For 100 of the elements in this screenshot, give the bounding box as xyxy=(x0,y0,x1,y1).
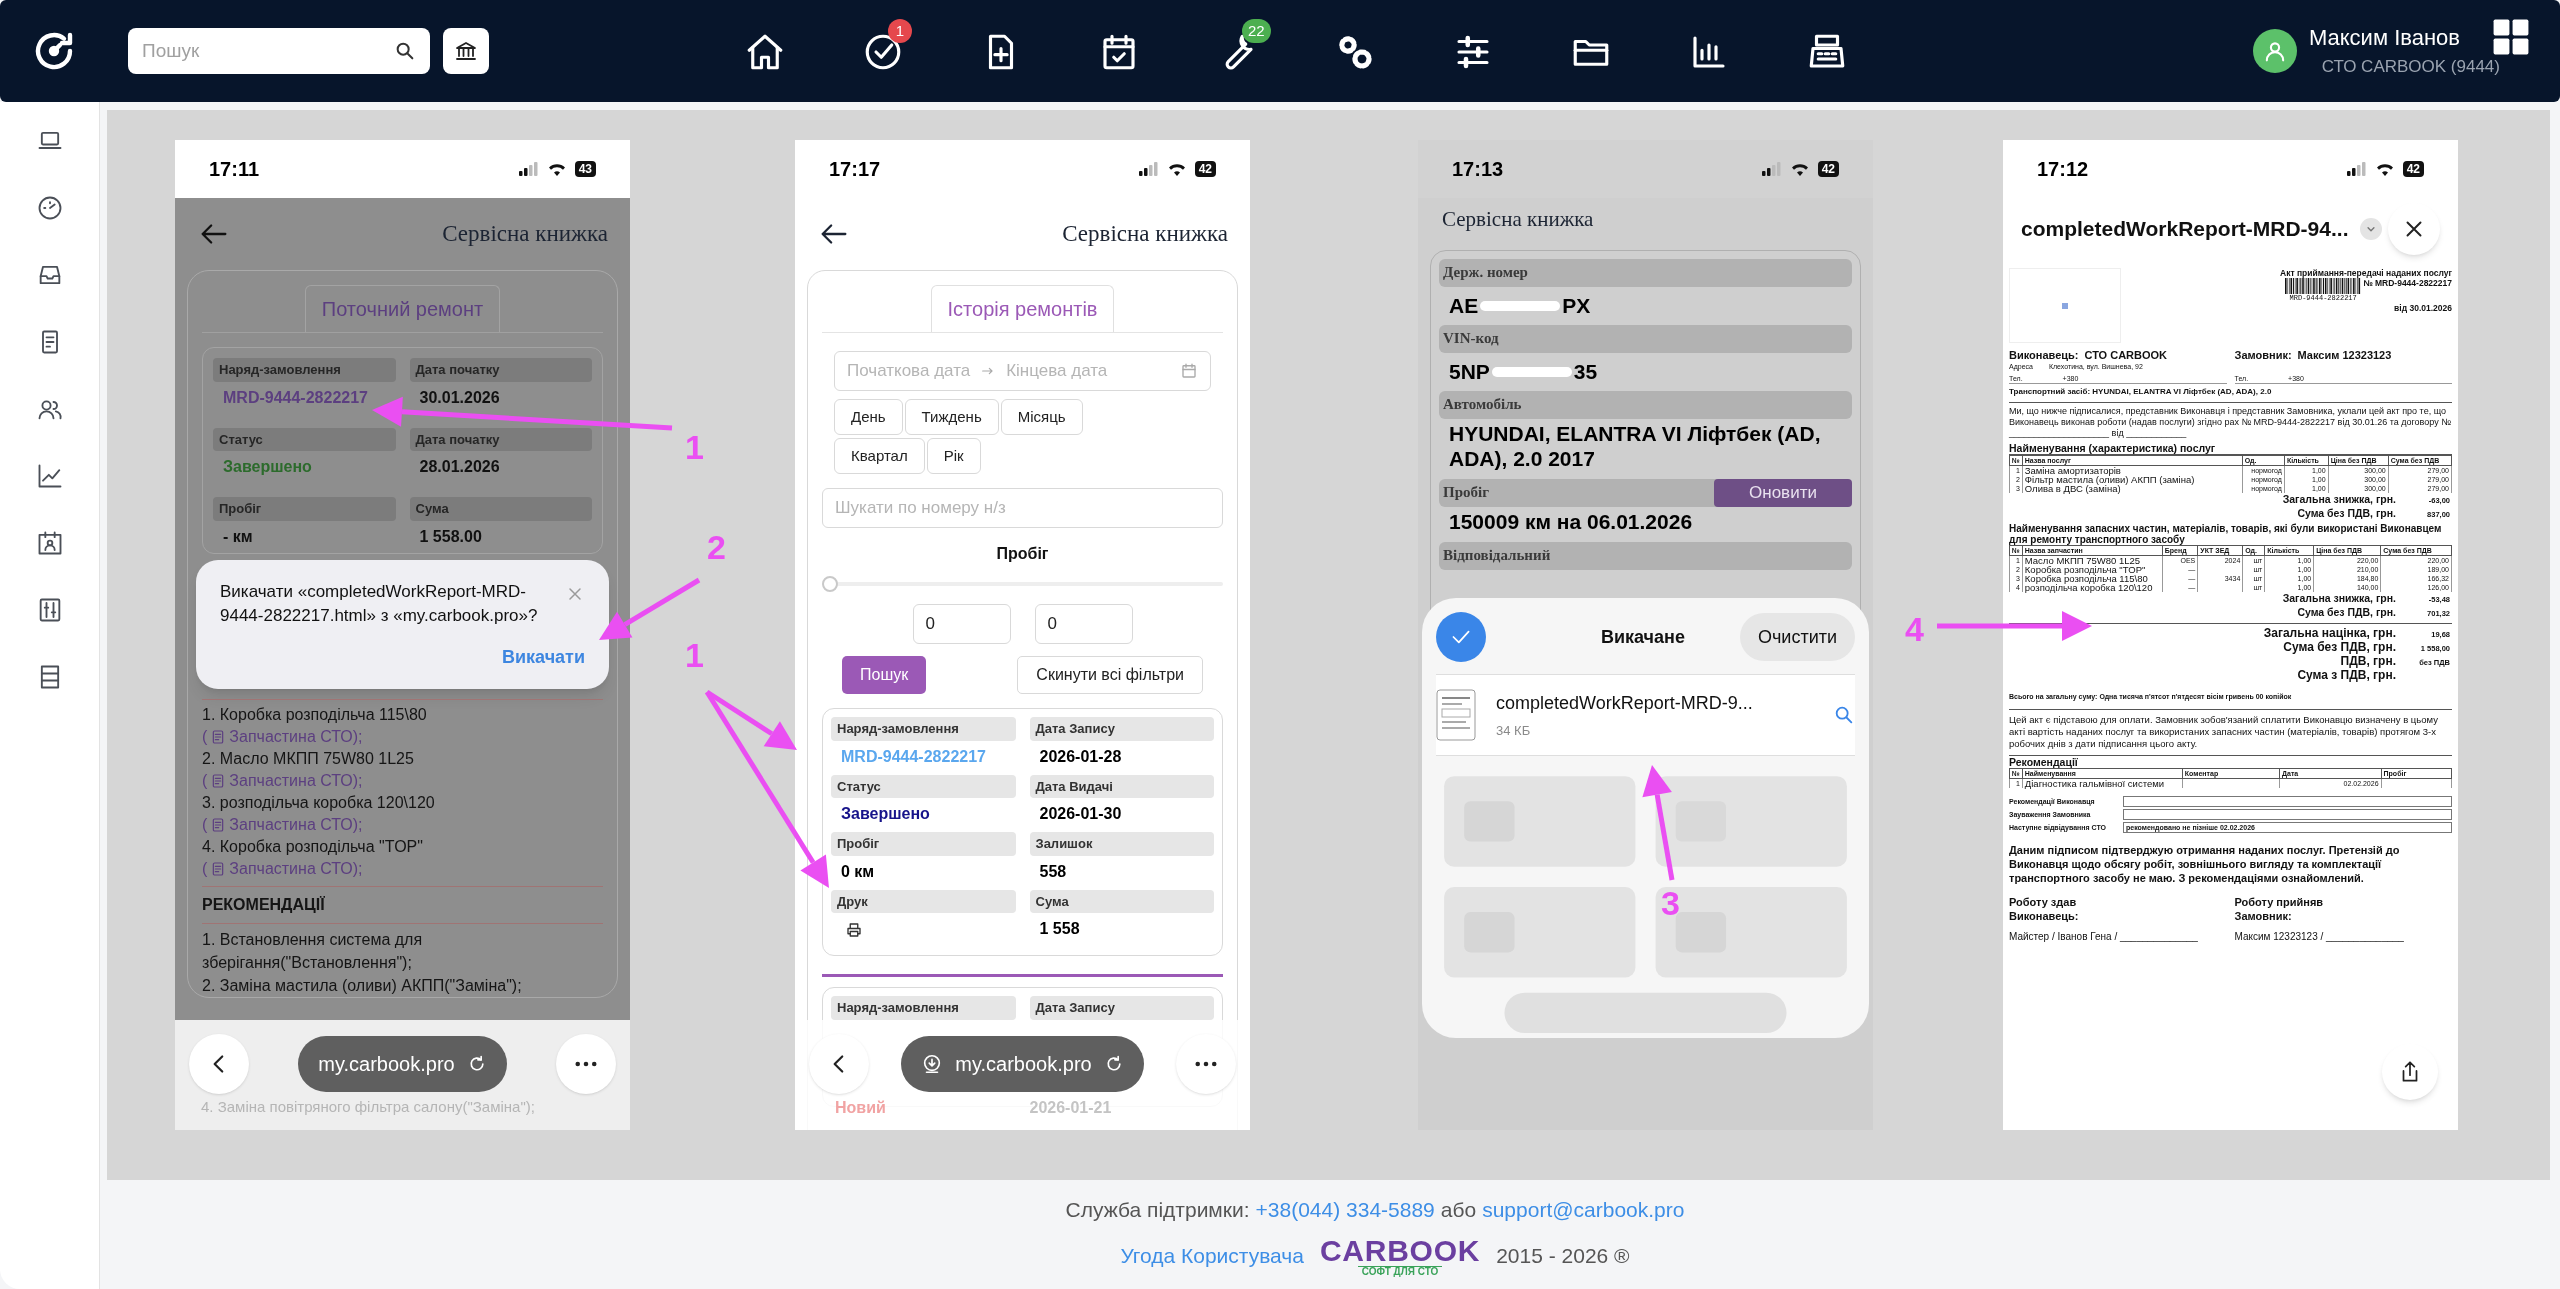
field-label: Друк xyxy=(831,889,1016,913)
annotation-number: 3 xyxy=(1661,883,1680,924)
table-cell: Коробка розподільча "TOP" xyxy=(2022,565,2163,574)
start-date-placeholder: Початкова дата xyxy=(847,360,971,383)
signal-icon xyxy=(518,162,539,176)
part-source: Запчастина СТО); xyxy=(229,770,363,791)
annotation-number: 2 xyxy=(707,527,726,568)
search-field[interactable]: Пошук xyxy=(128,28,430,74)
signal-icon xyxy=(1138,162,1159,176)
field-value: PX xyxy=(1562,292,1591,319)
field-value: MRD-9444-2822217 xyxy=(223,388,368,406)
period-button[interactable]: Квартал xyxy=(834,438,925,474)
apps-grid-icon[interactable] xyxy=(2492,18,2530,56)
more-icon xyxy=(1195,1061,1217,1067)
act-date: від 30.01.2026 xyxy=(2394,303,2452,313)
period-button[interactable]: Місяць xyxy=(1000,399,1083,435)
party-label: Виконавець: xyxy=(2009,349,2079,362)
field-label: Наряд-замовлення xyxy=(831,717,1016,741)
annotation-number: 1 xyxy=(685,427,704,468)
part-name: 3. розподільча коробка 120\120 xyxy=(202,792,436,813)
total-label: Сума без ПДВ, грн. xyxy=(2283,641,2396,654)
mileage-input[interactable]: 0 xyxy=(1034,604,1133,644)
field-value: 0 км xyxy=(841,862,875,880)
field-value: AE xyxy=(1449,292,1479,319)
payment-note: Цей акт є підставою для оплати. Замовник зобов'язаний сплатити Виконавцю визначену в цьому акті вартість наданих послуг та використаних запасних частин (матеріалів, товарів) протягом 3-х робочих днів з дати підписання цього акту. xyxy=(2009,709,2452,750)
field-label: Автомобіль xyxy=(1443,395,1522,415)
field-value: 150009 км на 06.01.2026 xyxy=(1448,508,1694,535)
total-label: Загальна знижка, грн. xyxy=(2282,493,2396,505)
download-button[interactable]: Викачати xyxy=(502,643,585,671)
field-label: Сума xyxy=(1029,889,1214,913)
total-label: Сума з ПДВ, грн. xyxy=(2297,669,2396,682)
field-label: Сума xyxy=(409,497,592,521)
section-title: Найменування (характеристика) послуг xyxy=(2009,442,2452,455)
slider-thumb[interactable] xyxy=(822,576,838,592)
logo-tagline: СОФТ ДЛЯ СТО xyxy=(1357,1265,1443,1277)
status-time: 17:17 xyxy=(829,157,881,182)
mileage-input[interactable]: 0 xyxy=(912,604,1011,644)
field-value: 1 558.00 xyxy=(419,527,482,545)
signature-title: Роботу прийняв xyxy=(2234,895,2325,909)
period-button[interactable]: Рік xyxy=(926,438,981,474)
signature-line: Майстер / Іванов Гена / ______________ xyxy=(2009,931,2199,943)
source-bracket: ( xyxy=(202,770,208,791)
close-button[interactable] xyxy=(2388,203,2440,255)
section-title: Рекомендації xyxy=(2009,755,2452,768)
nav-button[interactable]: 1 xyxy=(862,19,928,73)
clear-button[interactable]: Очистити xyxy=(1739,613,1855,661)
table-cell: Фільтр мастила (оливи) АКПП (заміна) xyxy=(2022,475,2243,484)
bank-button[interactable] xyxy=(443,28,489,74)
notification-badge: 1 xyxy=(888,19,912,43)
search-field[interactable]: Шукати по номеру н/з xyxy=(822,488,1223,528)
recommendation-item: 4. Заміна повітряного фільтра салону("Заміна"); xyxy=(200,1097,536,1117)
mileage-slider[interactable] xyxy=(822,576,1223,592)
field-value: 30.01.2026 xyxy=(419,388,500,406)
search-icon[interactable] xyxy=(394,40,416,62)
field-label: Дата Запису xyxy=(1029,717,1214,741)
dropdown-button[interactable] xyxy=(2360,218,2383,240)
printer-icon[interactable] xyxy=(845,921,863,939)
field-label: Залишок xyxy=(1029,832,1214,856)
share-button[interactable] xyxy=(2382,1044,2438,1100)
address-bar[interactable]: my.carbook.pro xyxy=(901,1036,1144,1092)
logo-text: CARBOOK xyxy=(1319,1235,1481,1266)
period-button[interactable]: Тиждень xyxy=(904,399,999,435)
update-button[interactable]: Оновити xyxy=(1714,478,1852,507)
reset-filters-button[interactable]: Скинути всі фільтри xyxy=(1017,656,1203,694)
file-thumbnail-icon xyxy=(1436,689,1476,741)
table-cell: розподільча коробка 120\120 xyxy=(2022,583,2163,592)
signature-line: Максим 12323123 / ______________ xyxy=(2234,931,2405,943)
signature-title: Замовник: xyxy=(2234,909,2293,923)
file-size: 34 КБ xyxy=(1496,721,1532,740)
user-name[interactable]: Максим Іванов xyxy=(2308,24,2460,52)
company-name: СТО CARBOOK (9444) xyxy=(2321,56,2500,78)
signal-icon xyxy=(2346,162,2367,176)
search-button[interactable]: Пошук xyxy=(842,656,927,694)
field-label: Держ. номер xyxy=(1443,263,1528,283)
address-bar[interactable]: my.carbook.pro xyxy=(298,1036,507,1092)
intro-text: Ми, що нижче підписалися, представник Виконавця і представник Замовника, уклали цей акт про те, що Виконавець виконав роботи (надав послуги) згідно рах № MRD-9444-2822217 від 30.01.26 та договору № ____________________ від ____________ xyxy=(2009,406,2452,439)
period-button[interactable]: День xyxy=(834,399,903,435)
part-name: 4. Коробка розподільча "TOP" xyxy=(202,836,424,857)
field-label: Пробіг xyxy=(831,832,1016,856)
field-value: 1 558 xyxy=(1039,920,1080,937)
total-label: Сума без ПДВ, грн. xyxy=(2297,606,2396,618)
copyright-text: 2015 - 2026 ® xyxy=(1496,1243,1630,1270)
user-avatar[interactable] xyxy=(2252,29,2297,73)
field-label: Пробіг xyxy=(213,497,396,521)
source-bracket: ( xyxy=(202,726,208,747)
battery-level: 42 xyxy=(1194,161,1216,177)
tab[interactable]: Історія ремонтів xyxy=(930,285,1115,332)
done-button[interactable] xyxy=(1436,612,1486,662)
battery-level: 43 xyxy=(574,161,596,177)
table-cell: Масло МКПП 75W80 1L25 xyxy=(2022,555,2163,565)
act-title: Акт приймання-передачі наданих послуг xyxy=(2280,268,2452,278)
party-name: СТО CARBOOK xyxy=(2084,349,2168,362)
battery-level: 42 xyxy=(1817,161,1839,177)
recommendation-item: 1. Встановлення система для зберігання("Встановлення"); xyxy=(202,929,424,973)
field-value: 35 xyxy=(1573,358,1598,385)
total-label: Загальна знижка, грн. xyxy=(2282,592,2396,604)
wifi-icon xyxy=(2374,162,2395,176)
download-item[interactable]: completedWorkReport-MRD-9... 34 КБ xyxy=(1436,674,1855,756)
field-label: Наряд-замовлення xyxy=(831,996,1016,1020)
total-label: Сума без ПДВ, грн. xyxy=(2297,507,2396,519)
